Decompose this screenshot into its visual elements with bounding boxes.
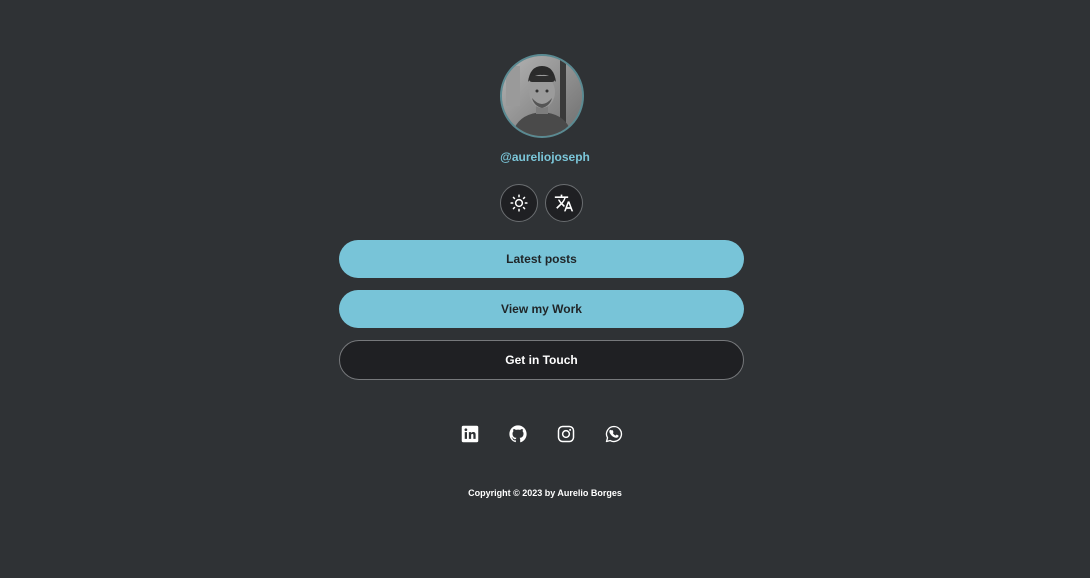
whatsapp-link[interactable] [604, 424, 624, 444]
copyright-text: Copyright © 2023 by Aurelio Borges [468, 488, 622, 498]
translate-icon [554, 194, 574, 212]
theme-toggle-button[interactable] [500, 184, 538, 222]
view-my-work-button[interactable]: View my Work [339, 290, 744, 328]
avatar [500, 54, 584, 138]
github-icon [509, 425, 527, 443]
instagram-link[interactable] [556, 424, 576, 444]
linkedin-icon [461, 425, 479, 443]
language-toggle-button[interactable] [545, 184, 583, 222]
get-in-touch-button[interactable]: Get in Touch [339, 340, 744, 380]
avatar-photo [502, 56, 582, 136]
whatsapp-icon [605, 425, 623, 443]
instagram-icon [557, 425, 575, 443]
linkedin-link[interactable] [460, 424, 480, 444]
profile-handle[interactable]: @aureliojoseph [0, 150, 1090, 164]
latest-posts-button[interactable]: Latest posts [339, 240, 744, 278]
sun-icon [510, 194, 528, 212]
github-link[interactable] [508, 424, 528, 444]
profile-page: @aureliojoseph Latest posts View my Work… [0, 0, 1090, 578]
